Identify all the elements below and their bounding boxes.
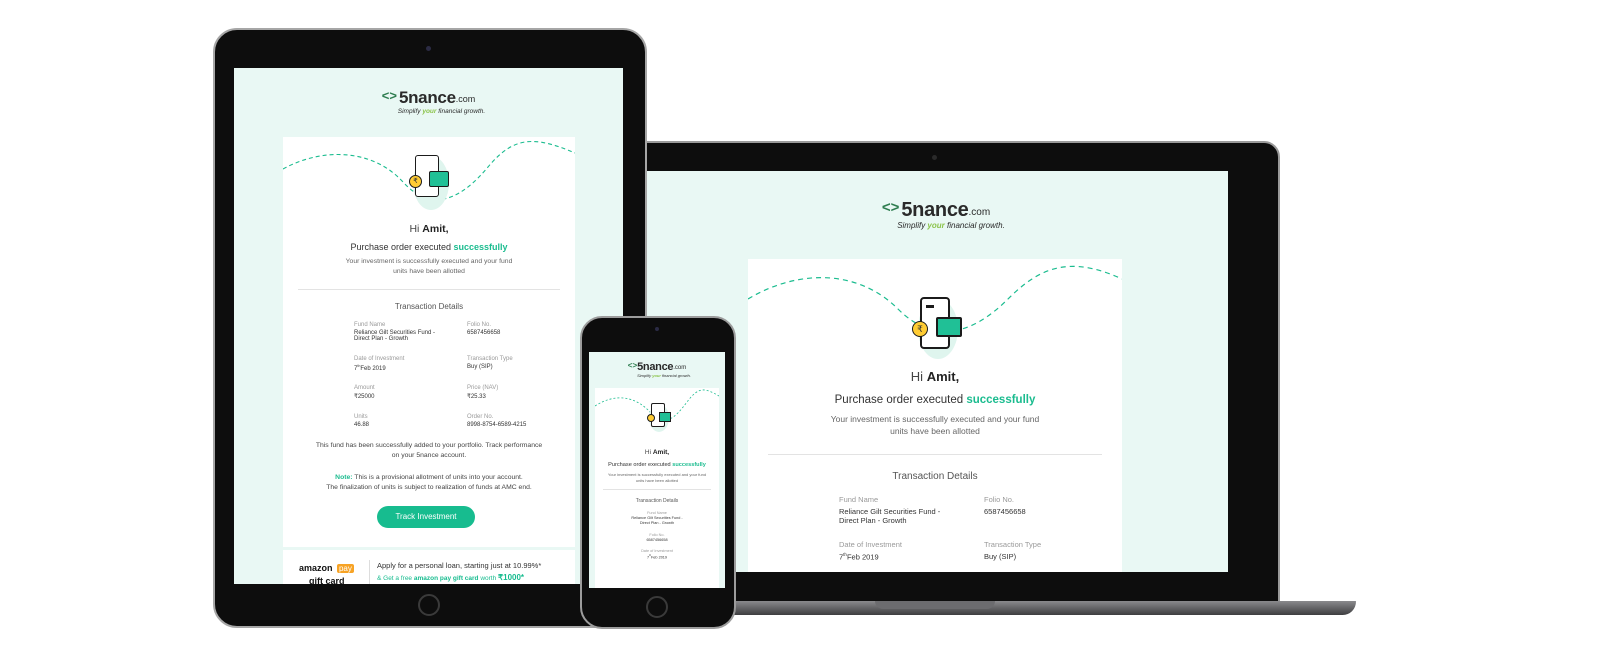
investment-basket-icon: ₹ xyxy=(912,295,962,365)
divider xyxy=(603,489,711,490)
field-price: Price (NAV) ₹25.33 xyxy=(467,385,499,400)
field-fund-name: Fund Name Reliance Gilt Securities Fund … xyxy=(354,322,436,342)
field-folio: Folio No. 6587456658 xyxy=(984,495,1026,516)
logo-chevron-icon: <> xyxy=(627,361,638,370)
divider xyxy=(298,289,560,290)
logo-tagline: Simplify your financial growth. xyxy=(397,108,486,115)
greeting: Hi Amit, xyxy=(644,449,670,456)
provisional-note: Note: This is a provisional allotment of… xyxy=(326,474,532,491)
logo-chevron-icon: <> xyxy=(381,88,397,103)
tablet-home-button[interactable] xyxy=(418,594,440,616)
field-date: Date of Investment 7thFeb 2019 xyxy=(354,356,405,372)
email-card: ₹ Hi Amit, Purchase order executed succe… xyxy=(283,137,575,547)
laptop-camera xyxy=(932,155,937,160)
email-card: Hi Amit, Purchase order executed success… xyxy=(595,388,719,588)
brand-logo: <> 5nance .com Simplify your financial g… xyxy=(589,361,725,378)
brand-logo: <> 5nance .com Simplify your financial g… xyxy=(644,199,1228,230)
logo-chevron-icon: <> xyxy=(881,199,900,216)
portfolio-message: This fund has been successfully added to… xyxy=(315,442,543,459)
greeting: Hi Amit, xyxy=(409,223,449,235)
promo-divider xyxy=(369,560,370,584)
track-investment-button[interactable]: Track Investment xyxy=(377,506,475,528)
field-amount: Amount ₹25000 xyxy=(354,385,375,400)
email-card: ₹ Hi Amit, Purchase order executed succe… xyxy=(748,259,1122,572)
field-fund-name: Fund Name Reliance Gilt Securities Fund … xyxy=(631,511,683,525)
investment-basket-icon: ₹ xyxy=(409,153,451,213)
section-title: Transaction Details xyxy=(892,471,978,482)
amazon-pay-logo: amazon pay gift card xyxy=(299,563,354,584)
section-title: Transaction Details xyxy=(635,498,679,504)
divider xyxy=(768,454,1102,455)
headline: Purchase order executed successfully xyxy=(608,462,706,468)
brand-logo: <> 5nance .com Simplify your financial g… xyxy=(234,88,623,115)
tablet-camera xyxy=(426,46,431,51)
headline: Purchase order executed successfully xyxy=(834,394,1036,406)
field-date: Date of Investment 7thFeb 2019 xyxy=(839,540,902,562)
investment-basket-icon xyxy=(647,402,671,434)
headline: Purchase order executed successfully xyxy=(350,242,508,252)
phone-camera xyxy=(655,327,659,331)
subline: Your investment is successfully executed… xyxy=(830,414,1040,436)
phone-home-button[interactable] xyxy=(646,596,668,618)
subline: Your investment is successfully executed… xyxy=(345,258,513,275)
field-transaction-type: Transaction Type Buy (SIP) xyxy=(467,356,513,370)
field-transaction-type: Transaction Type Buy (SIP) xyxy=(984,540,1042,561)
field-fund-name: Fund Name Reliance Gilt Securities Fund … xyxy=(839,495,941,525)
laptop-notch xyxy=(875,601,995,609)
promo-banner[interactable]: amazon pay gift card Apply for a persona… xyxy=(283,550,575,584)
tablet-screen: <> 5nance .com Simplify your financial g… xyxy=(234,68,623,584)
subline: Your investment is successfully executed… xyxy=(607,472,707,483)
field-date: Date of Investment 7thFeb 2019 xyxy=(641,549,673,560)
phone-screen: <> 5nance .com Simplify your financial g… xyxy=(589,352,725,588)
logo-tagline: Simplify your financial growth. xyxy=(637,373,691,378)
field-units: Units 46.88 xyxy=(354,414,370,428)
section-title: Transaction Details xyxy=(394,302,464,311)
logo-tagline: Simplify your financial growth. xyxy=(897,221,1005,230)
field-folio: Folio No. 6587456658 xyxy=(467,322,501,336)
field-order: Order No. 8998-8754-6589-4215 xyxy=(467,414,527,428)
greeting: Hi Amit, xyxy=(910,369,960,384)
promo-text: Apply for a personal loan, starting just… xyxy=(377,561,542,582)
field-folio: Folio No. 6587456658 xyxy=(646,533,668,542)
